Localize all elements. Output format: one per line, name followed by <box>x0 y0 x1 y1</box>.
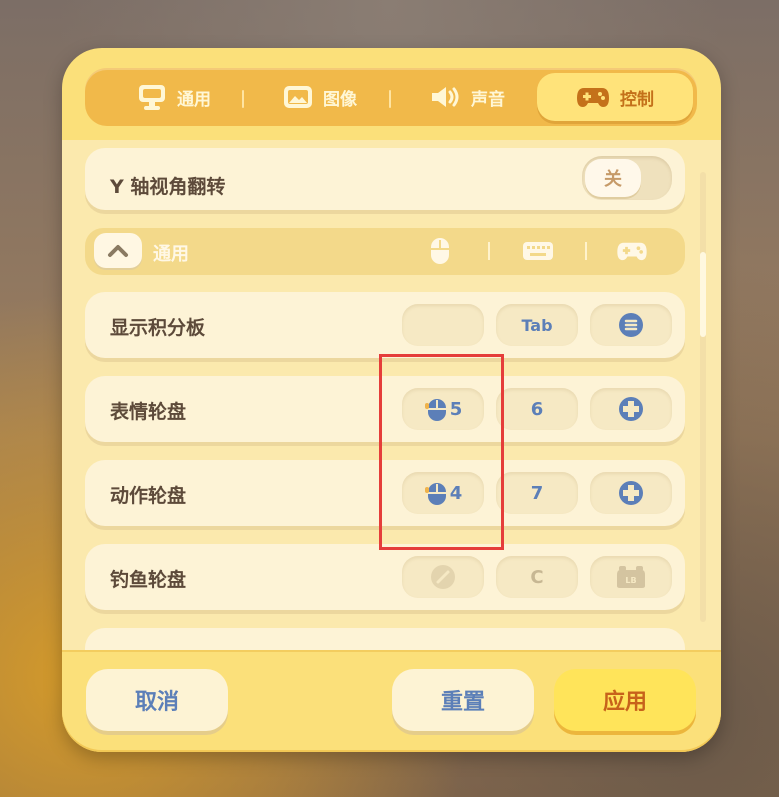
mouse-binding-slot[interactable]: 4 <box>402 472 484 514</box>
reset-label: 重置 <box>440 690 485 715</box>
tab-divider <box>389 90 391 108</box>
gamepad-binding-slot[interactable]: LB <box>590 556 672 598</box>
column-divider <box>585 242 587 260</box>
binding-label: 动作轮盘 <box>110 485 187 507</box>
binding-row-scoreboard: 显示积分板 Tab <box>85 292 685 358</box>
scrollbar-thumb[interactable] <box>700 252 706 337</box>
apply-label: 应用 <box>602 690 647 715</box>
gamepad-binding-slot[interactable] <box>590 304 672 346</box>
speaker-icon <box>432 87 459 107</box>
gamepad-icon <box>615 236 649 266</box>
cancel-button[interactable]: 取消 <box>86 669 228 731</box>
tab-label: 声音 <box>471 89 505 110</box>
binding-label: 显示积分板 <box>110 317 206 339</box>
tab-label: 控制 <box>620 89 654 110</box>
keyboard-binding-slot[interactable]: 6 <box>496 388 578 430</box>
chevron-up-icon <box>108 244 128 257</box>
keyboard-binding-slot[interactable]: Tab <box>496 304 578 346</box>
binding-label: 钓鱼轮盘 <box>110 569 187 591</box>
tab-label: 图像 <box>323 89 357 110</box>
binding-row-action-wheel: 动作轮盘 4 7 <box>85 460 685 526</box>
binding-row-fishing-wheel: 钓鱼轮盘 C LB <box>85 544 685 610</box>
gamepad-binding-slot[interactable] <box>590 388 672 430</box>
gamepad-binding-slot[interactable] <box>590 472 672 514</box>
keyboard-binding-slot[interactable]: C <box>496 556 578 598</box>
mouse-binding-slot[interactable]: 5 <box>402 388 484 430</box>
invert-y-toggle[interactable]: 关 <box>582 156 672 200</box>
keyboard-icon <box>521 236 555 266</box>
tab-controls[interactable]: 控制 <box>537 73 693 121</box>
cancel-label: 取消 <box>134 690 179 715</box>
column-divider <box>488 242 490 260</box>
keyboard-binding-value: 7 <box>530 482 544 504</box>
section-header-general: 通用 <box>85 228 685 275</box>
tab-general[interactable]: 通用 <box>115 73 233 121</box>
binding-label: 表情轮盘 <box>110 401 187 423</box>
disabled-icon <box>431 565 455 589</box>
lb-button-icon: LB <box>617 566 645 588</box>
dpad-icon <box>619 397 643 421</box>
binding-row-emote-wheel: 表情轮盘 5 6 <box>85 376 685 442</box>
apply-button[interactable]: 应用 <box>554 669 696 731</box>
tab-image[interactable]: 图像 <box>260 73 380 121</box>
toggle-knob: 关 <box>585 159 641 197</box>
mouse-binding-value: 4 <box>449 482 463 504</box>
image-icon <box>284 86 312 108</box>
mouse-side-button-icon <box>424 483 446 505</box>
tab-divider <box>242 90 244 108</box>
tab-label: 通用 <box>177 89 211 110</box>
invert-y-row: Y 轴视角翻转 关 <box>85 148 685 210</box>
svg-text:LB: LB <box>625 576 636 585</box>
mouse-binding-slot[interactable] <box>402 556 484 598</box>
collapse-button[interactable] <box>94 233 142 268</box>
keyboard-binding-slot[interactable]: 7 <box>496 472 578 514</box>
keyboard-binding-value: C <box>530 566 544 588</box>
mouse-binding-value: 5 <box>449 398 463 420</box>
monitor-icon <box>139 85 165 110</box>
dpad-icon <box>619 481 643 505</box>
tab-bar: 通用 图像 声音 控制 <box>85 68 697 126</box>
section-label: 通用 <box>153 244 189 265</box>
keyboard-binding-value: 6 <box>530 398 544 420</box>
scrollbar[interactable] <box>700 172 706 622</box>
mouse-icon <box>425 236 455 266</box>
menu-button-icon <box>619 313 643 337</box>
binding-row-partial <box>85 628 685 650</box>
settings-content: Y 轴视角翻转 关 通用 显示积分板 Tab 表情轮盘 5 6 动作轮盘 4 7… <box>62 140 721 650</box>
reset-button[interactable]: 重置 <box>392 669 534 731</box>
gamepad-icon <box>577 88 609 107</box>
mouse-binding-slot[interactable] <box>402 304 484 346</box>
mouse-side-button-icon <box>424 399 446 421</box>
keyboard-binding-value: Tab <box>521 315 553 335</box>
tab-sound[interactable]: 声音 <box>407 73 527 121</box>
invert-y-label: Y 轴视角翻转 <box>110 176 226 198</box>
